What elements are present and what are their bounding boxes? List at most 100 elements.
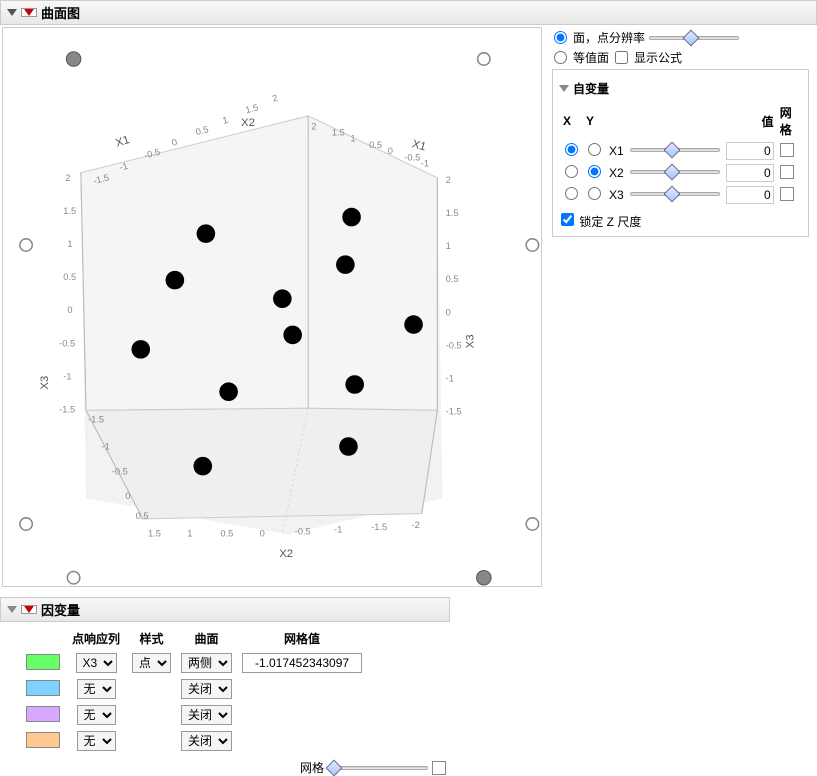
x1-value-input[interactable]	[726, 142, 774, 160]
col-surface: 曲面	[177, 628, 236, 649]
handle-top-left[interactable]	[66, 52, 80, 66]
handle-left[interactable]	[20, 239, 32, 251]
svg-text:2: 2	[446, 175, 451, 185]
svg-text:1.5: 1.5	[63, 206, 76, 216]
svg-text:-1.5: -1.5	[371, 522, 387, 532]
ticks-x3-left: 2 1.5 1 0.5 0 -0.5 -1 -1.5	[59, 173, 76, 414]
indep-var-title: 自变量	[573, 80, 609, 97]
surface-select-2[interactable]: 关闭	[181, 705, 232, 725]
color-swatch-2[interactable]	[26, 706, 60, 722]
var-row-x1: X1	[561, 141, 800, 161]
collapse-icon[interactable]	[7, 9, 17, 16]
surface-plot-header: 曲面图	[0, 0, 817, 25]
surface-mode-label: 面，点分辨率	[573, 29, 645, 46]
svg-text:1.5: 1.5	[244, 102, 259, 115]
depvar-row-3: 无 关闭	[22, 729, 366, 753]
menu-button[interactable]	[21, 8, 37, 17]
depvar-menu-button[interactable]	[21, 605, 37, 614]
isosurface-mode-radio[interactable]	[554, 51, 567, 64]
surface-select-3[interactable]: 关闭	[181, 731, 232, 751]
svg-text:1.5: 1.5	[446, 208, 459, 218]
color-swatch-1[interactable]	[26, 680, 60, 696]
collapse-icon[interactable]	[559, 85, 569, 92]
depvar-header: 因变量	[0, 597, 450, 622]
pointcol-select-1[interactable]: 无	[77, 679, 116, 699]
svg-text:-2: -2	[412, 520, 420, 530]
x3-y-radio[interactable]	[588, 187, 601, 200]
resolution-slider[interactable]	[649, 31, 739, 45]
svg-text:-0.5: -0.5	[112, 466, 128, 476]
show-formula-checkbox[interactable]	[615, 51, 628, 64]
x3-value-input[interactable]	[726, 186, 774, 204]
surface-select-1[interactable]: 关闭	[181, 679, 232, 699]
mesh-slider-label: 网格	[300, 759, 324, 776]
surface-select-0[interactable]: 两侧	[181, 653, 232, 673]
indep-var-header: 自变量	[559, 80, 802, 97]
svg-text:0.5: 0.5	[369, 140, 382, 150]
svg-text:-0.5: -0.5	[404, 152, 420, 162]
surface-mode-radio[interactable]	[554, 31, 567, 44]
svg-text:-1.5: -1.5	[88, 415, 104, 425]
svg-text:-0.5: -0.5	[446, 340, 462, 350]
pointcol-select-0[interactable]: X3	[76, 653, 117, 673]
panel-title: 曲面图	[41, 3, 80, 22]
pointcol-select-2[interactable]: 无	[77, 705, 116, 725]
svg-text:0.5: 0.5	[220, 528, 233, 538]
x1-x-radio[interactable]	[565, 143, 578, 156]
lock-z-checkbox[interactable]	[561, 213, 574, 226]
color-swatch-3[interactable]	[26, 732, 60, 748]
handle-top-right[interactable]	[478, 53, 490, 65]
x2-grid-checkbox[interactable]	[780, 165, 794, 179]
svg-text:2: 2	[65, 173, 70, 183]
svg-text:0: 0	[67, 305, 72, 315]
axis-x1-label-right: X1	[411, 138, 428, 153]
x2-y-radio[interactable]	[588, 165, 601, 178]
svg-text:1: 1	[187, 528, 192, 538]
handle-bl-outer[interactable]	[20, 518, 32, 530]
svg-text:0: 0	[446, 307, 451, 317]
plot-svg: X1 X2 X1 X3 X3 X2 2 1.5 1 0.5 0 -0.5 -1 …	[3, 28, 541, 586]
red-triangle-icon	[24, 606, 34, 613]
var-x1-label: X1	[607, 141, 626, 161]
handle-bottom-left[interactable]	[67, 572, 79, 584]
indep-var-table: X Y 值 网格 X1	[559, 101, 802, 207]
x3-x-radio[interactable]	[565, 187, 578, 200]
cube-faces	[81, 116, 443, 535]
depvar-title: 因变量	[41, 600, 80, 619]
handle-br-outer[interactable]	[526, 518, 538, 530]
svg-text:1.5: 1.5	[148, 528, 161, 538]
surface-plot-3d[interactable]: X1 X2 X1 X3 X3 X2 2 1.5 1 0.5 0 -0.5 -1 …	[2, 27, 542, 587]
axis-x3-label-left: X3	[39, 376, 51, 390]
x3-slider[interactable]	[630, 187, 720, 201]
svg-text:0: 0	[171, 137, 179, 148]
x-col-header: X	[561, 103, 582, 139]
col-mesh-value: 网格值	[238, 628, 366, 649]
col-style: 样式	[128, 628, 175, 649]
x3-grid-checkbox[interactable]	[780, 187, 794, 201]
svg-text:-1: -1	[102, 442, 110, 452]
svg-text:1: 1	[446, 241, 451, 251]
x1-grid-checkbox[interactable]	[780, 143, 794, 157]
col-point-color: 点响应列	[66, 628, 126, 649]
handle-right[interactable]	[526, 239, 538, 251]
mesh-value-0: -1.017452343097	[242, 653, 362, 673]
svg-text:-1: -1	[334, 524, 342, 534]
handle-bottom-right[interactable]	[477, 571, 491, 585]
x2-value-input[interactable]	[726, 164, 774, 182]
axis-x3-label-right: X3	[465, 334, 477, 348]
show-formula-label: 显示公式	[634, 49, 682, 66]
x1-slider[interactable]	[630, 143, 720, 157]
x1-y-radio[interactable]	[588, 143, 601, 156]
mesh-slider[interactable]	[328, 761, 428, 775]
style-select-0[interactable]: 点	[132, 653, 171, 673]
color-swatch-0[interactable]	[26, 654, 60, 670]
svg-text:0.5: 0.5	[195, 124, 210, 137]
mesh-checkbox[interactable]	[432, 761, 446, 775]
x2-slider[interactable]	[630, 165, 720, 179]
collapse-icon[interactable]	[7, 606, 17, 613]
x2-x-radio[interactable]	[565, 165, 578, 178]
controls-panel: 面，点分辨率 等值面 显示公式 自变量 X Y	[544, 25, 817, 589]
var-row-x2: X2	[561, 163, 800, 183]
svg-text:0.5: 0.5	[136, 511, 149, 521]
pointcol-select-3[interactable]: 无	[77, 731, 116, 751]
